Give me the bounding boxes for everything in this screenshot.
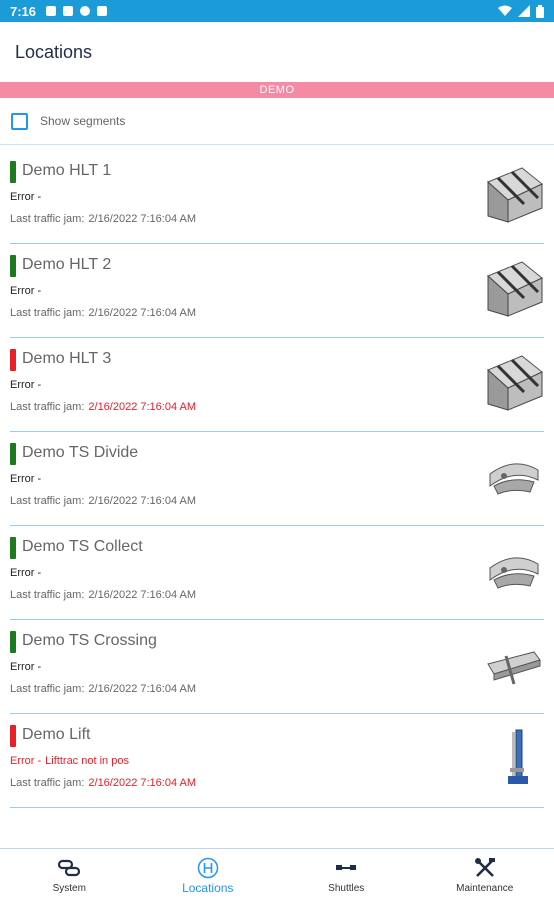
location-name: Demo HLT 1 bbox=[22, 162, 112, 179]
location-item[interactable]: Demo HLT 1 Error - Last traffic jam: 2/16/2… bbox=[10, 150, 544, 244]
show-segments-checkbox[interactable] bbox=[11, 112, 28, 130]
nav-item-shuttles[interactable]: Shuttles bbox=[277, 849, 416, 900]
shuttle-icon bbox=[332, 857, 360, 879]
status-indicator bbox=[10, 725, 16, 747]
status-indicator bbox=[10, 255, 16, 277]
location-item[interactable]: Demo Lift Error - Lifttrac not in pos Last … bbox=[10, 714, 544, 808]
nav-label: System bbox=[52, 883, 86, 894]
divider bbox=[0, 144, 554, 145]
location-name: Demo HLT 3 bbox=[22, 350, 112, 367]
app-icon bbox=[80, 6, 91, 16]
wifi-icon bbox=[498, 5, 512, 16]
error-line: Error - Lifttrac not in pos bbox=[10, 755, 129, 767]
location-name: Demo Lift bbox=[22, 726, 91, 743]
notification-icon bbox=[46, 6, 57, 16]
location-name: Demo TS Collect bbox=[22, 538, 143, 555]
traffic-jam-line: Last traffic jam: 2/16/2022 7:16:04 AM bbox=[10, 401, 196, 413]
traffic-jam-timestamp: 2/16/2022 7:16:04 AM bbox=[88, 683, 197, 695]
error-line: Error - bbox=[10, 191, 41, 203]
traffic-jam-label: Last traffic jam: bbox=[10, 495, 85, 507]
nav-label: Shuttles bbox=[328, 883, 365, 894]
traffic-jam-timestamp: 2/16/2022 7:16:04 AM bbox=[88, 213, 197, 225]
traffic-jam-timestamp: 2/16/2022 7:16:04 AM bbox=[88, 401, 197, 413]
traffic-jam-label: Last traffic jam: bbox=[10, 401, 85, 413]
nav-label: Maintenance bbox=[456, 883, 514, 894]
status-bar: 7:16 bbox=[0, 0, 554, 22]
error-label: Error - bbox=[10, 567, 42, 579]
location-item[interactable]: Demo HLT 3 Error - Last traffic jam: 2/16/2… bbox=[10, 338, 544, 432]
traffic-jam-timestamp: 2/16/2022 7:16:04 AM bbox=[88, 589, 197, 601]
traffic-jam-line: Last traffic jam: 2/16/2022 7:16:04 AM bbox=[10, 495, 196, 507]
nav-item-locations[interactable]: Locations bbox=[139, 849, 278, 900]
nav-item-maintenance[interactable]: Maintenance bbox=[416, 849, 554, 900]
show-segments-row[interactable]: Show segments bbox=[0, 98, 554, 144]
location-item[interactable]: Demo TS Divide Error - Last traffic jam: 2/… bbox=[10, 432, 544, 526]
signal-icon bbox=[518, 5, 530, 17]
nav-label: Locations bbox=[182, 881, 234, 895]
traffic-jam-line: Last traffic jam: 2/16/2022 7:16:04 AM bbox=[10, 683, 196, 695]
status-indicator bbox=[10, 349, 16, 371]
location-thumbnail bbox=[484, 446, 544, 506]
error-line: Error - bbox=[10, 473, 41, 485]
error-label: Error - bbox=[10, 661, 42, 673]
show-segments-label: Show segments bbox=[40, 114, 126, 128]
status-indicator bbox=[10, 443, 16, 465]
error-label: Error - bbox=[10, 191, 42, 203]
location-item[interactable]: Demo HLT 2 Error - Last traffic jam: 2/16/2… bbox=[10, 244, 544, 338]
mail-icon bbox=[63, 6, 74, 16]
location-thumbnail bbox=[484, 728, 544, 788]
status-indicator bbox=[10, 161, 16, 183]
error-label: Error - bbox=[10, 285, 42, 297]
status-indicator bbox=[10, 631, 16, 653]
error-label: Error - bbox=[10, 755, 42, 767]
traffic-jam-label: Last traffic jam: bbox=[10, 307, 85, 319]
location-thumbnail bbox=[484, 258, 544, 318]
error-label: Error - bbox=[10, 379, 42, 391]
battery-icon bbox=[536, 4, 544, 18]
traffic-jam-label: Last traffic jam: bbox=[10, 777, 85, 789]
traffic-jam-timestamp: 2/16/2022 7:16:04 AM bbox=[88, 777, 197, 789]
location-list: Demo HLT 1 Error - Last traffic jam: 2/16/2… bbox=[0, 150, 554, 808]
traffic-jam-line: Last traffic jam: 2/16/2022 7:16:04 AM bbox=[10, 777, 196, 789]
location-item[interactable]: Demo TS Crossing Error - Last traffic jam:… bbox=[10, 620, 544, 714]
location-item[interactable]: Demo TS Collect Error - Last traffic jam: 2… bbox=[10, 526, 544, 620]
app-bar: Locations bbox=[0, 22, 554, 82]
traffic-jam-line: Last traffic jam: 2/16/2022 7:16:04 AM bbox=[10, 307, 196, 319]
traffic-jam-label: Last traffic jam: bbox=[10, 683, 85, 695]
bottom-navigation: System Locations Shuttles Maintenance bbox=[0, 848, 554, 900]
page-title: Locations bbox=[15, 41, 93, 62]
tools-icon bbox=[471, 857, 499, 879]
link-icon bbox=[55, 857, 83, 879]
nav-item-system[interactable]: System bbox=[0, 849, 139, 900]
location-name: Demo HLT 2 bbox=[22, 256, 112, 273]
location-thumbnail bbox=[484, 164, 544, 224]
error-line: Error - bbox=[10, 567, 41, 579]
traffic-jam-label: Last traffic jam: bbox=[10, 213, 85, 225]
error-line: Error - bbox=[10, 379, 41, 391]
error-line: Error - bbox=[10, 285, 41, 297]
demo-banner: DEMO bbox=[0, 82, 554, 98]
sd-card-icon bbox=[97, 6, 108, 16]
traffic-jam-timestamp: 2/16/2022 7:16:04 AM bbox=[88, 307, 197, 319]
location-thumbnail bbox=[484, 352, 544, 412]
traffic-jam-label: Last traffic jam: bbox=[10, 589, 85, 601]
error-line: Error - bbox=[10, 661, 41, 673]
traffic-jam-line: Last traffic jam: 2/16/2022 7:16:04 AM bbox=[10, 589, 196, 601]
error-message: Lifttrac not in pos bbox=[45, 755, 129, 767]
status-indicator bbox=[10, 537, 16, 559]
location-name: Demo TS Crossing bbox=[22, 632, 157, 649]
h-circle-icon bbox=[194, 857, 222, 879]
location-name: Demo TS Divide bbox=[22, 444, 139, 461]
error-label: Error - bbox=[10, 473, 42, 485]
location-thumbnail bbox=[484, 540, 544, 600]
traffic-jam-line: Last traffic jam: 2/16/2022 7:16:04 AM bbox=[10, 213, 196, 225]
traffic-jam-timestamp: 2/16/2022 7:16:04 AM bbox=[88, 495, 197, 507]
location-thumbnail bbox=[484, 634, 544, 694]
status-time: 7:16 bbox=[10, 3, 37, 19]
